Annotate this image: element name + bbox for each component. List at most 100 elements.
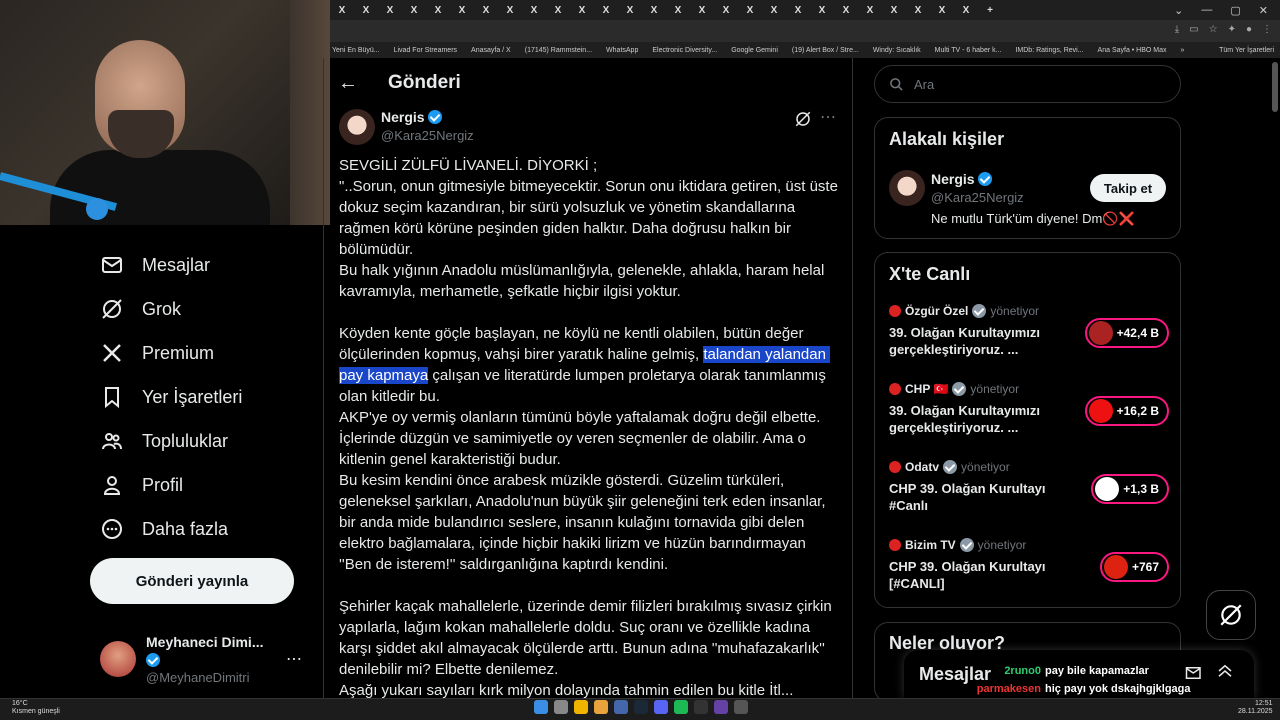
browser-tab[interactable]: X [858, 5, 882, 16]
bookmark-item[interactable]: Google Gemini [731, 47, 778, 54]
related-person-name[interactable]: Nergis [931, 171, 993, 187]
browser-tab[interactable]: X [642, 5, 666, 16]
browser-tab[interactable]: X [546, 5, 570, 16]
nav-item-mesajlar[interactable]: Mesajlar [100, 243, 210, 287]
browser-tab[interactable]: X [426, 5, 450, 16]
weather-widget[interactable]: 16°C Kısmen güneşli [12, 700, 60, 716]
search-input[interactable]: Ara [874, 65, 1181, 103]
live-space-item[interactable]: Özgür Özel yönetiyor 39. Olağan Kurultayım… [889, 304, 1169, 358]
browser-tab[interactable]: X [834, 5, 858, 16]
app-icon[interactable] [714, 700, 728, 714]
all-bookmarks-button[interactable]: Tüm Yer İşaretleri [1219, 47, 1280, 54]
more-options-icon[interactable]: ⋯ [820, 107, 837, 127]
chevron-down-icon[interactable]: ⌄ [1174, 4, 1183, 17]
maximize-icon[interactable]: ▢ [1230, 4, 1240, 17]
bookmark-item[interactable]: Anasayfa / X [471, 47, 511, 54]
browser-tab[interactable]: X [570, 5, 594, 16]
browser-tab[interactable]: X [474, 5, 498, 16]
more-horizontal-icon[interactable]: ⋯ [286, 649, 302, 669]
related-person-handle[interactable]: @Kara25Nergiz [931, 190, 1024, 205]
file-explorer-icon[interactable] [594, 700, 608, 714]
nav-item-premium[interactable]: Premium [100, 331, 214, 375]
browser-tab[interactable]: X [498, 5, 522, 16]
nav-item-profil[interactable]: Profil [100, 463, 183, 507]
profile-icon[interactable]: ● [1246, 24, 1252, 35]
browser-tab[interactable]: X [402, 5, 426, 16]
account-switcher[interactable]: Meyhaneci Dimi... @MeyhaneDimitri ⋯ [100, 634, 315, 685]
browser-tab[interactable]: X [330, 5, 354, 16]
back-arrow-icon[interactable]: ← [338, 72, 358, 95]
new-tab-button[interactable]: + [978, 5, 1002, 16]
browser-tab[interactable]: X [954, 5, 978, 16]
chevron-up-icon[interactable] [1216, 662, 1234, 680]
bookmark-item[interactable]: Yeni En Büyü... [332, 47, 380, 54]
app-icon[interactable] [614, 700, 628, 714]
discord-icon[interactable] [654, 700, 668, 714]
browser-tab[interactable]: X [762, 5, 786, 16]
chrome-icon[interactable] [574, 700, 588, 714]
browser-tab[interactable]: X [882, 5, 906, 16]
browser-tab[interactable]: X [522, 5, 546, 16]
browser-tab[interactable]: X [450, 5, 474, 16]
extensions-icon[interactable]: ✦ [1228, 24, 1236, 35]
menu-icon[interactable]: ⋮ [1262, 24, 1272, 35]
post-button[interactable]: Gönderi yayınla [90, 558, 294, 604]
author-handle[interactable]: @Kara25Nergiz [381, 128, 474, 143]
nav-item-grok[interactable]: Grok [100, 287, 181, 331]
browser-tab[interactable]: X [738, 5, 762, 16]
search-icon[interactable] [554, 700, 568, 714]
bookmarks-more-button[interactable]: » [1181, 47, 1185, 54]
browser-tab[interactable]: X [618, 5, 642, 16]
star-icon[interactable]: ☆ [1209, 24, 1218, 35]
steam-icon[interactable] [634, 700, 648, 714]
address-bar[interactable] [330, 20, 1280, 42]
avatar[interactable] [889, 170, 925, 206]
window-controls: ⌄ — ▢ ✕ [1174, 4, 1280, 17]
browser-tab[interactable]: X [906, 5, 930, 16]
browser-tab[interactable]: X [690, 5, 714, 16]
spotify-icon[interactable] [674, 700, 688, 714]
grok-floating-button[interactable] [1206, 590, 1256, 640]
author-avatar[interactable] [339, 109, 375, 145]
bookmark-item[interactable]: IMDb: Ratings, Revi... [1015, 47, 1083, 54]
bookmark-item[interactable]: WhatsApp [606, 47, 638, 54]
grok-icon[interactable] [794, 110, 812, 128]
app-icon[interactable] [694, 700, 708, 714]
grok-icon [1220, 604, 1242, 626]
avatar [100, 641, 136, 677]
close-icon[interactable]: ✕ [1259, 4, 1268, 17]
nav-item-yer-i̇şaretleri[interactable]: Yer İşaretleri [100, 375, 242, 419]
nav-item-daha-fazla[interactable]: Daha fazla [100, 507, 228, 551]
system-clock[interactable]: 12:51 28.11.2025 [1238, 700, 1273, 716]
browser-tab[interactable]: X [594, 5, 618, 16]
browser-tab[interactable]: X [666, 5, 690, 16]
app-icon[interactable] [734, 700, 748, 714]
bookmark-item[interactable]: Electronic Diversity... [652, 47, 717, 54]
bookmark-item[interactable]: (19) Alert Box / Stre... [792, 47, 859, 54]
live-space-title: 39. Olağan Kurultayımızı gerçekleştiriyo… [889, 325, 1040, 357]
browser-tab[interactable]: X [714, 5, 738, 16]
browser-tab[interactable]: X [786, 5, 810, 16]
browser-tab[interactable]: X [930, 5, 954, 16]
person-icon [103, 476, 121, 495]
install-icon[interactable]: ⤓ [1175, 24, 1179, 35]
live-space-item[interactable]: CHP 🇹🇷 yönetiyor 39. Olağan Kurultayımızı … [889, 382, 1169, 436]
bookmark-item[interactable]: Ana Sayfa • HBO Max [1098, 47, 1167, 54]
scrollbar[interactable] [1272, 62, 1278, 112]
start-icon[interactable] [534, 700, 548, 714]
browser-tab[interactable]: X [354, 5, 378, 16]
bookmark-item[interactable]: Windy: Sıcaklık [873, 47, 921, 54]
related-people-title: Alakalı kişiler [889, 129, 1005, 149]
bookmark-item[interactable]: (17145) Rammstein... [525, 47, 592, 54]
follow-button[interactable]: Takip et [1090, 174, 1166, 202]
bookmark-item[interactable]: Multi TV - 6 haber k... [935, 47, 1002, 54]
cast-icon[interactable]: ▭ [1189, 24, 1198, 35]
browser-tab[interactable]: X [378, 5, 402, 16]
nav-item-topluluklar[interactable]: Topluluklar [100, 419, 228, 463]
live-space-item[interactable]: Odatv yönetiyor CHP 39. Olağan Kurultayı #… [889, 460, 1169, 514]
author-name[interactable]: Nergis [381, 109, 443, 125]
live-space-item[interactable]: Bizim TV yönetiyor CHP 39. Olağan Kurultay… [889, 538, 1169, 592]
bookmark-item[interactable]: Livad For Streamers [394, 47, 457, 54]
minimize-icon[interactable]: — [1201, 4, 1212, 17]
browser-tab[interactable]: X [810, 5, 834, 16]
